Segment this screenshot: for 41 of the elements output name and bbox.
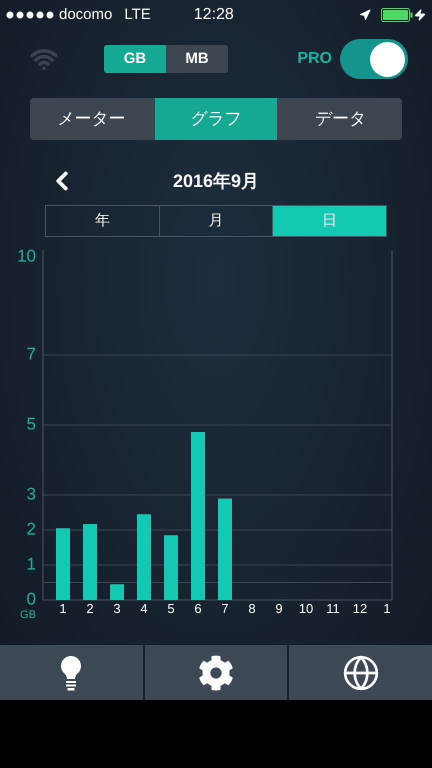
lightbulb-icon bbox=[60, 654, 82, 690]
x-tick-label: 3 bbox=[113, 601, 121, 616]
x-tick-label: 2 bbox=[86, 601, 94, 616]
bar bbox=[164, 535, 178, 600]
y-tick-label: 2 bbox=[26, 519, 36, 538]
x-tick-label: 4 bbox=[140, 601, 148, 616]
bar bbox=[56, 528, 70, 600]
settings-icon bbox=[198, 654, 234, 690]
y-axis-unit: GB bbox=[20, 609, 36, 621]
clock: 12:28 bbox=[194, 5, 234, 25]
network-type: LTE bbox=[124, 4, 151, 25]
tips-button[interactable] bbox=[0, 645, 143, 700]
period-title: 2016年9月 bbox=[172, 170, 260, 192]
y-tick-label: 3 bbox=[26, 484, 36, 504]
y-tick-label: 7 bbox=[26, 344, 36, 364]
pro-label: PRO bbox=[297, 49, 332, 69]
x-tick-label: 5 bbox=[167, 601, 175, 616]
x-tick-label: 1 bbox=[383, 601, 391, 616]
x-tick-label: 8 bbox=[248, 601, 256, 616]
web-button[interactable] bbox=[289, 645, 432, 700]
x-tick-label: 12 bbox=[352, 601, 368, 616]
x-tick-label: 9 bbox=[275, 601, 283, 616]
settings-button[interactable] bbox=[144, 645, 288, 700]
battery-icon bbox=[381, 8, 413, 22]
x-tick-label: 7 bbox=[221, 601, 229, 616]
x-tick-label: 10 bbox=[298, 601, 314, 616]
bar bbox=[110, 584, 124, 600]
location-icon bbox=[359, 9, 371, 21]
x-tick-label: 6 bbox=[194, 601, 202, 616]
y-tick-label: 0 bbox=[26, 589, 36, 608]
charging-icon bbox=[414, 9, 426, 21]
signal-strength-icon bbox=[6, 11, 56, 19]
x-tick-label: 11 bbox=[326, 601, 340, 616]
globe-icon bbox=[342, 654, 380, 692]
carrier-name: docomo bbox=[59, 4, 112, 25]
range-tab[interactable]: 年 bbox=[46, 206, 159, 236]
y-tick-label: 10 bbox=[17, 246, 36, 266]
y-tick-label: 1 bbox=[26, 554, 36, 574]
pro-switch[interactable] bbox=[340, 39, 408, 79]
x-tick-label: 1 bbox=[59, 601, 67, 616]
y-tick-label: 5 bbox=[26, 414, 36, 434]
